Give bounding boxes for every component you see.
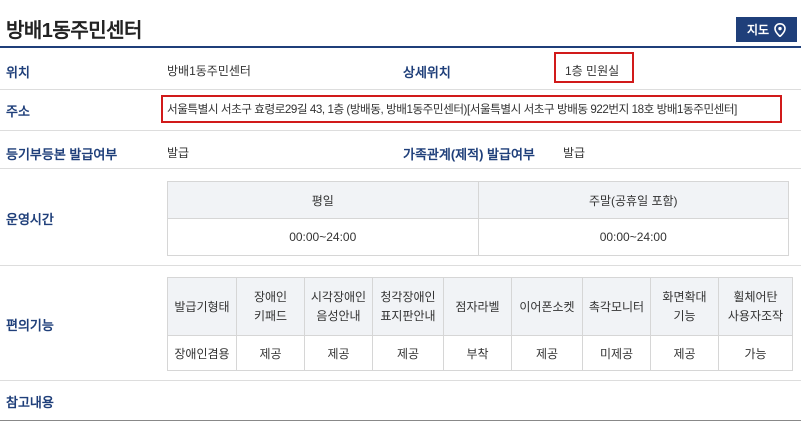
family-label: 가족관계(제적) 발급여부 bbox=[403, 147, 535, 162]
convenience-table: 발급기형태 장애인 키패드 시각장애인 음성안내 청각장애인 표지판안내 점자라벨 이… bbox=[167, 277, 793, 371]
family-value: 발급 bbox=[563, 146, 586, 160]
convenience-value: 제공 bbox=[372, 335, 444, 371]
address-label: 주소 bbox=[6, 104, 30, 119]
location-label: 위치 bbox=[6, 65, 30, 80]
row-divider bbox=[0, 265, 801, 266]
convenience-header-wheelchair: 휠체어탄 사용자조작 bbox=[718, 277, 793, 336]
hours-weekday-value: 00:00~24:00 bbox=[167, 218, 479, 256]
map-button[interactable]: 지도 bbox=[736, 17, 797, 42]
convenience-value: 제공 bbox=[511, 335, 583, 371]
hours-table: 평일 주말(공휴일 포함) 00:00~24:00 00:00~24:00 bbox=[167, 181, 789, 256]
convenience-header-sign-guide: 청각장애인 표지판안내 bbox=[372, 277, 444, 336]
convenience-header-keypad: 장애인 키패드 bbox=[236, 277, 305, 336]
convenience-value: 부착 bbox=[443, 335, 512, 371]
convenience-header-braille: 점자라벨 bbox=[443, 277, 512, 336]
address-value: 서울특별시 서초구 효령로29길 43, 1층 (방배동, 방배1동주민센터)[… bbox=[167, 103, 737, 116]
bottom-divider bbox=[0, 420, 801, 421]
location-value: 방배1동주민센터 bbox=[167, 64, 251, 78]
detail-location-value: 1층 민원실 bbox=[565, 64, 620, 78]
row-divider bbox=[0, 168, 801, 169]
map-button-label: 지도 bbox=[746, 23, 770, 37]
convenience-label: 편의기능 bbox=[6, 318, 54, 333]
row-divider bbox=[0, 130, 801, 131]
hours-weekend-value: 00:00~24:00 bbox=[477, 218, 789, 256]
hours-header-weekday: 평일 bbox=[167, 181, 479, 219]
registry-value: 발급 bbox=[167, 146, 190, 160]
page-title: 방배1동주민센터 bbox=[6, 20, 142, 42]
registry-label: 등기부등본 발급여부 bbox=[6, 147, 118, 162]
top-divider bbox=[0, 46, 801, 48]
convenience-value: 장애인겸용 bbox=[167, 335, 237, 371]
kiosk-detail-panel: 방배1동주민센터 지도 위치 방배1동주민센터 상세위치 1층 민원실 주소 서… bbox=[0, 0, 801, 445]
convenience-header-voice-guide: 시각장애인 음성안내 bbox=[304, 277, 373, 336]
row-divider bbox=[0, 89, 801, 90]
convenience-value: 가능 bbox=[718, 335, 793, 371]
convenience-header-kiosk-type: 발급기형태 bbox=[167, 277, 237, 336]
convenience-value: 제공 bbox=[650, 335, 719, 371]
convenience-header-earphone: 이어폰소켓 bbox=[511, 277, 583, 336]
convenience-value: 제공 bbox=[304, 335, 373, 371]
convenience-header-tactile-monitor: 촉각모니터 bbox=[582, 277, 651, 336]
map-pin-icon bbox=[774, 22, 786, 37]
detail-location-label: 상세위치 bbox=[403, 65, 451, 80]
hours-label: 운영시간 bbox=[6, 212, 54, 227]
convenience-header-zoom: 화면확대 기능 bbox=[650, 277, 719, 336]
hours-header-weekend: 주말(공휴일 포함) bbox=[477, 181, 789, 219]
convenience-value: 미제공 bbox=[582, 335, 651, 371]
notes-label: 참고내용 bbox=[6, 395, 54, 410]
convenience-value: 제공 bbox=[236, 335, 305, 371]
row-divider bbox=[0, 380, 801, 381]
